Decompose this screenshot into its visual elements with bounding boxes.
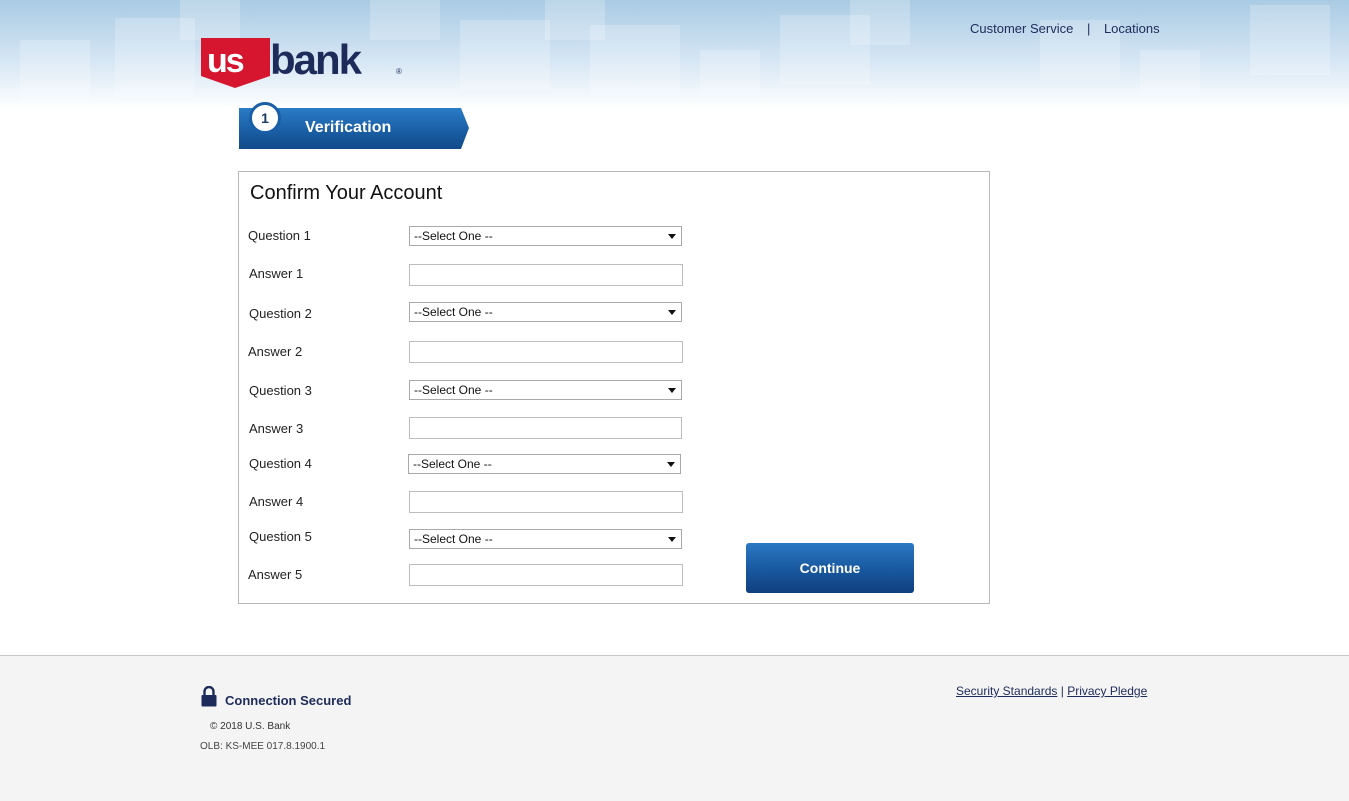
decor-square bbox=[590, 25, 680, 95]
locations-link[interactable]: Locations bbox=[1104, 21, 1160, 36]
chevron-down-icon bbox=[668, 537, 676, 542]
answer-2-input[interactable] bbox=[409, 341, 683, 363]
question-5-label: Question 5 bbox=[249, 529, 312, 544]
question-2-selected: --Select One -- bbox=[414, 305, 493, 319]
answer-2-label: Answer 2 bbox=[248, 344, 303, 359]
footer bbox=[0, 655, 1349, 801]
decor-square bbox=[20, 40, 90, 110]
answer-5-input[interactable] bbox=[409, 564, 683, 586]
question-1-select[interactable]: --Select One -- bbox=[409, 226, 682, 246]
continue-button[interactable]: Continue bbox=[746, 543, 914, 593]
question-3-label: Question 3 bbox=[249, 383, 312, 398]
answer-3-input[interactable] bbox=[409, 417, 682, 439]
answer-1-input[interactable] bbox=[409, 264, 683, 286]
footer-separator: | bbox=[1060, 684, 1064, 698]
question-1-selected: --Select One -- bbox=[414, 229, 493, 243]
step-number-badge: 1 bbox=[249, 102, 281, 134]
chevron-down-icon bbox=[668, 234, 676, 239]
answer-4-input[interactable] bbox=[409, 491, 683, 513]
svg-text:®: ® bbox=[396, 67, 402, 76]
question-4-selected: --Select One -- bbox=[413, 457, 492, 471]
question-5-select[interactable]: --Select One -- bbox=[409, 529, 682, 549]
form-title: Confirm Your Account bbox=[250, 182, 443, 204]
answer-3-label: Answer 3 bbox=[249, 421, 304, 436]
privacy-pledge-link[interactable]: Privacy Pledge bbox=[1067, 684, 1147, 698]
question-4-select[interactable]: --Select One -- bbox=[408, 454, 681, 474]
customer-service-link[interactable]: Customer Service bbox=[970, 21, 1073, 36]
question-2-label: Question 2 bbox=[249, 306, 312, 321]
chevron-down-icon bbox=[668, 310, 676, 315]
decor-square bbox=[700, 50, 760, 100]
decor-square bbox=[370, 0, 440, 40]
decor-square bbox=[850, 0, 910, 45]
olb-version-text: OLB: KS-MEE 017.8.1900.1 bbox=[200, 741, 326, 752]
question-3-select[interactable]: --Select One -- bbox=[409, 380, 682, 400]
security-standards-link[interactable]: Security Standards bbox=[956, 684, 1057, 698]
answer-4-label: Answer 4 bbox=[249, 494, 304, 509]
nav-separator: | bbox=[1086, 21, 1091, 36]
svg-text:us: us bbox=[207, 42, 244, 80]
footer-links: Security Standards | Privacy Pledge bbox=[956, 684, 1147, 698]
chevron-down-icon bbox=[668, 388, 676, 393]
decor-square bbox=[1250, 5, 1330, 75]
decor-square bbox=[1140, 50, 1200, 100]
question-1-label: Question 1 bbox=[248, 228, 311, 243]
question-4-label: Question 4 bbox=[249, 456, 312, 471]
top-nav: Customer Service | Locations bbox=[970, 21, 1160, 36]
connection-secured-label: Connection Secured bbox=[225, 693, 352, 708]
usbank-logo[interactable]: us bank ® bbox=[200, 36, 405, 90]
copyright-text: © 2018 U.S. Bank bbox=[210, 721, 291, 732]
question-2-select[interactable]: --Select One -- bbox=[409, 302, 682, 322]
decor-square bbox=[460, 20, 550, 90]
chevron-down-icon bbox=[667, 462, 675, 467]
question-5-selected: --Select One -- bbox=[414, 532, 493, 546]
lock-icon bbox=[201, 686, 217, 707]
svg-text:bank: bank bbox=[270, 36, 363, 83]
answer-1-label: Answer 1 bbox=[249, 266, 304, 281]
step-label: Verification bbox=[305, 119, 392, 136]
answer-5-label: Answer 5 bbox=[248, 567, 303, 582]
decor-square bbox=[180, 0, 240, 40]
question-3-selected: --Select One -- bbox=[414, 383, 493, 397]
